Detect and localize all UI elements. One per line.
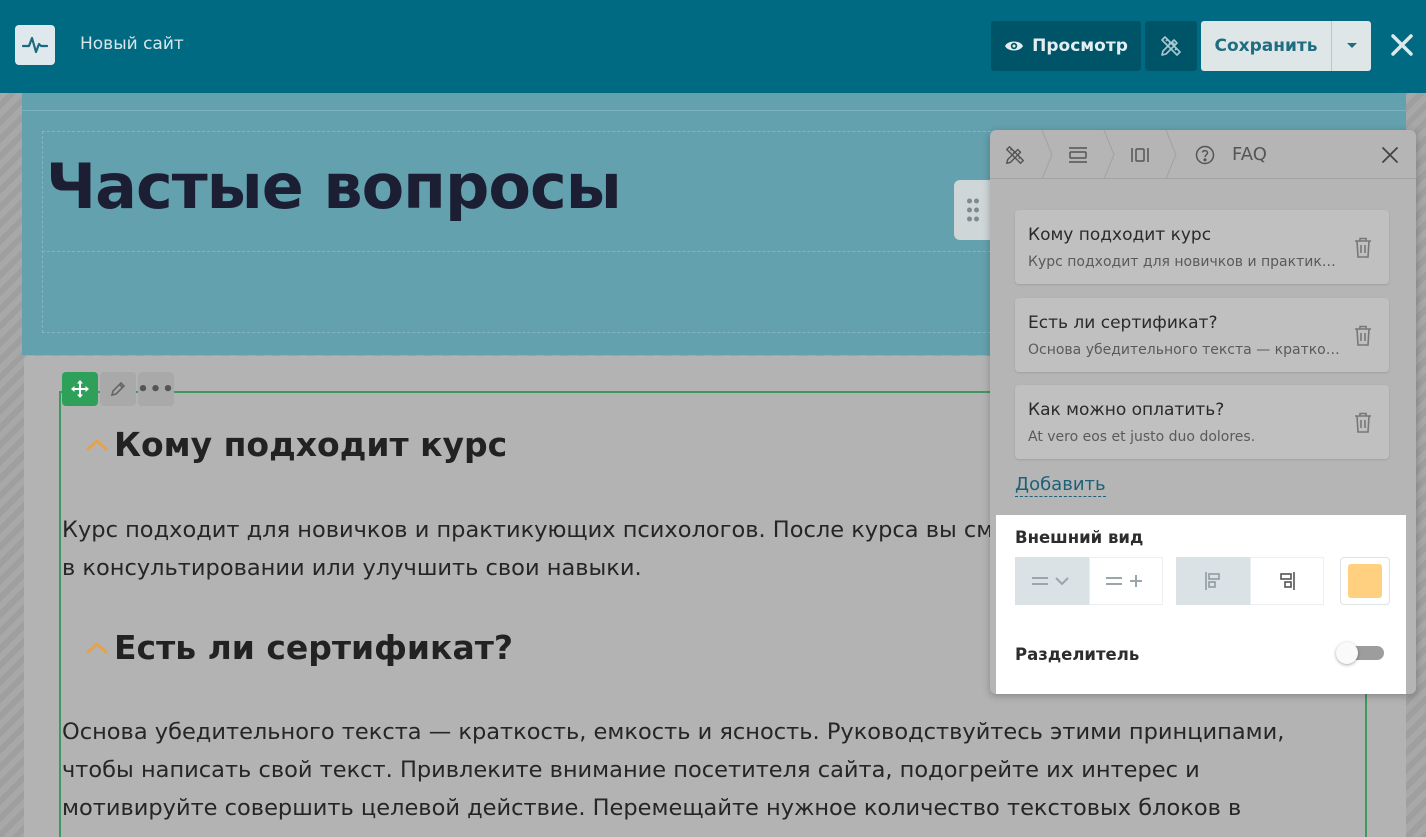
icon-right-button[interactable] bbox=[1250, 557, 1324, 605]
preview-button-label: Просмотр bbox=[1032, 36, 1128, 56]
pencil-ruler-icon bbox=[1006, 145, 1024, 164]
faq-list-item-subtitle: At vero eos et justo duo dolores. bbox=[1028, 429, 1256, 445]
more-icon: ••• bbox=[137, 378, 175, 400]
pulse-icon[interactable] bbox=[15, 25, 55, 65]
drag-handle-icon bbox=[967, 198, 979, 222]
faq-list-item-title: Есть ли сертификат? bbox=[1028, 313, 1218, 333]
faq-list-item-title: Кому подходит курс bbox=[1028, 225, 1212, 245]
equals-chevron-icon bbox=[1032, 577, 1069, 586]
toggle-knob bbox=[1336, 642, 1358, 664]
eye-icon bbox=[1005, 41, 1024, 51]
accent-color-picker[interactable] bbox=[1340, 557, 1390, 605]
chevron-up-icon bbox=[86, 642, 108, 653]
faq-question-text: Есть ли сертификат? bbox=[114, 628, 513, 667]
page-title[interactable]: Частые вопросы bbox=[46, 150, 622, 223]
appearance-section: Внешний вид Разделитель bbox=[996, 515, 1406, 694]
site-name[interactable]: Новый сайт bbox=[80, 34, 184, 54]
close-icon bbox=[1391, 34, 1413, 56]
caret-down-icon bbox=[1346, 43, 1357, 48]
separator-toggle[interactable] bbox=[1336, 640, 1384, 664]
trash-icon[interactable] bbox=[1352, 324, 1374, 348]
move-icon bbox=[71, 380, 89, 398]
save-button[interactable]: Сохранить bbox=[1201, 21, 1331, 71]
panel-breadcrumb: FAQ bbox=[990, 130, 1416, 179]
separator-label: Разделитель bbox=[1015, 645, 1140, 664]
faq-answer: Основа убедительного текста — краткость,… bbox=[62, 713, 1302, 827]
faq-list-item-title: Как можно оплатить? bbox=[1028, 400, 1225, 420]
add-item-link[interactable]: Добавить bbox=[1015, 474, 1106, 497]
breadcrumb-separator bbox=[1041, 130, 1053, 179]
style-collapse-plus-button[interactable] bbox=[1089, 557, 1163, 605]
close-editor-button[interactable] bbox=[1386, 28, 1418, 62]
breadcrumb-separator bbox=[1165, 130, 1177, 179]
section-icon bbox=[1069, 146, 1087, 163]
faq-question[interactable]: Кому подходит курс bbox=[84, 425, 507, 464]
faq-list-item[interactable]: Как можно оплатить? At vero eos et justo… bbox=[1015, 385, 1389, 459]
block-settings-panel: FAQ Кому подходит курс Курс подходит для… bbox=[990, 130, 1416, 694]
edit-button[interactable] bbox=[100, 372, 136, 406]
breadcrumb-separator bbox=[1103, 130, 1115, 179]
faq-answer-line: Основа убедительного текста — краткость,… bbox=[62, 719, 1285, 745]
close-icon[interactable] bbox=[1379, 144, 1401, 166]
guide-line bbox=[22, 110, 1406, 111]
align-right-icon bbox=[1280, 572, 1295, 590]
faq-list-item-subtitle: Курс подходит для новичков и практикующи… bbox=[1028, 254, 1340, 270]
breadcrumb-faq[interactable]: FAQ bbox=[1232, 144, 1267, 165]
breadcrumb-design[interactable] bbox=[990, 130, 1040, 179]
top-bar: Новый сайт Просмотр Сохранить bbox=[0, 0, 1426, 93]
breadcrumb-column[interactable] bbox=[1116, 130, 1164, 179]
faq-list-item[interactable]: Есть ли сертификат? Основа убедительного… bbox=[1015, 298, 1389, 372]
save-options-button[interactable] bbox=[1331, 21, 1371, 71]
chevron-up-icon bbox=[86, 439, 108, 450]
trash-icon[interactable] bbox=[1352, 236, 1374, 260]
icon-left-button[interactable] bbox=[1176, 557, 1250, 605]
accent-color-swatch bbox=[1348, 564, 1382, 598]
pencil-ruler-icon bbox=[1161, 36, 1181, 56]
design-button[interactable] bbox=[1145, 21, 1197, 71]
faq-answer-line: мотивируйте совершить целевой действие. … bbox=[62, 795, 1242, 821]
style-collapse-chevron-button[interactable] bbox=[1015, 557, 1089, 605]
move-button[interactable] bbox=[62, 372, 98, 406]
more-button[interactable]: ••• bbox=[137, 372, 175, 406]
trash-icon[interactable] bbox=[1352, 411, 1374, 435]
align-left-icon bbox=[1205, 572, 1220, 590]
equals-plus-icon bbox=[1106, 575, 1142, 587]
faq-list-item-subtitle: Основа убедительного текста — краткость,… bbox=[1028, 342, 1340, 358]
panel-drag-handle[interactable] bbox=[954, 180, 992, 240]
preview-button[interactable]: Просмотр bbox=[991, 21, 1141, 71]
breadcrumb-section[interactable] bbox=[1054, 130, 1102, 179]
faq-question-text: Кому подходит курс bbox=[114, 425, 508, 464]
help-icon[interactable] bbox=[1193, 130, 1217, 179]
column-icon bbox=[1131, 147, 1149, 162]
pencil-icon bbox=[110, 381, 126, 397]
appearance-title: Внешний вид bbox=[1015, 528, 1144, 547]
faq-answer-line: чтобы написать свой текст. Привлеките вн… bbox=[62, 757, 1200, 783]
faq-list-item[interactable]: Кому подходит курс Курс подходит для нов… bbox=[1015, 210, 1389, 284]
faq-question[interactable]: Есть ли сертификат? bbox=[84, 628, 513, 667]
